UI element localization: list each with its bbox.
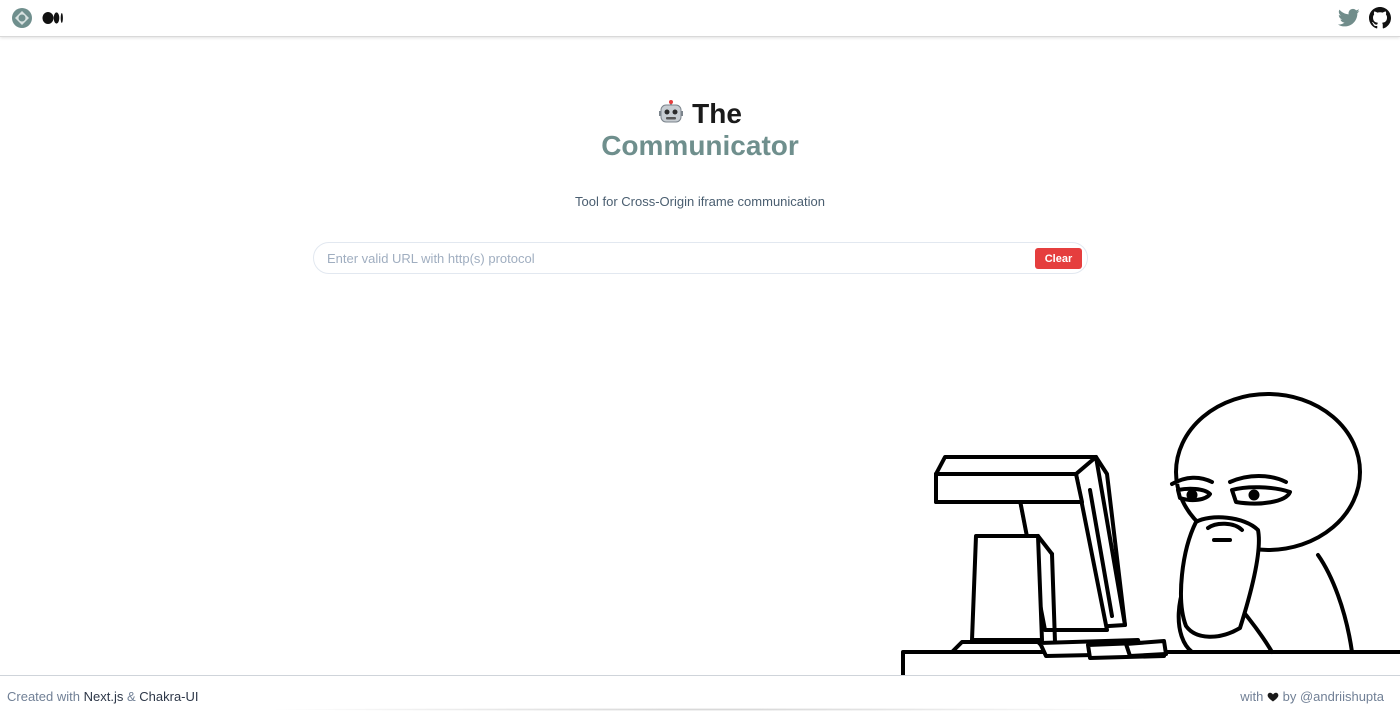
app-logo-link[interactable] [11,7,33,29]
nextjs-link[interactable]: Next.js [84,689,124,704]
footer-with-label: with [1240,689,1264,704]
heart-icon [1267,692,1279,702]
github-icon [1369,7,1391,29]
page-title: The Communicator [0,98,1400,162]
twitter-link[interactable] [1337,8,1360,28]
app-logo-icon [12,8,32,28]
top-navbar [0,0,1400,37]
footer-credits: Created with Next.js & Chakra-UI [7,689,199,704]
title-line-the: The [0,98,1400,130]
clear-button[interactable]: Clear [1035,248,1082,269]
twitter-icon [1337,8,1360,27]
title-text-the: The [692,98,742,129]
footer-author: with by @andriishupta [1240,689,1384,704]
author-link[interactable]: @andriishupta [1300,689,1384,704]
url-input[interactable] [315,244,1027,272]
page-subtitle: Tool for Cross-Origin iframe communicati… [575,194,825,209]
footer: Created with Next.js & Chakra-UI with by… [0,675,1400,711]
url-input-group: Clear [313,242,1088,274]
title-text-communicator: Communicator [601,130,799,161]
chakra-ui-link[interactable]: Chakra-UI [139,689,198,704]
footer-created-prefix: Created with [7,689,80,704]
footer-by-label: by [1282,689,1297,704]
robot-icon [659,100,684,123]
computer-guy-illustration [901,392,1400,682]
github-link[interactable] [1369,7,1391,29]
medium-icon [42,12,63,24]
footer-and-symbol: & [126,689,136,704]
medium-link[interactable] [42,10,64,26]
